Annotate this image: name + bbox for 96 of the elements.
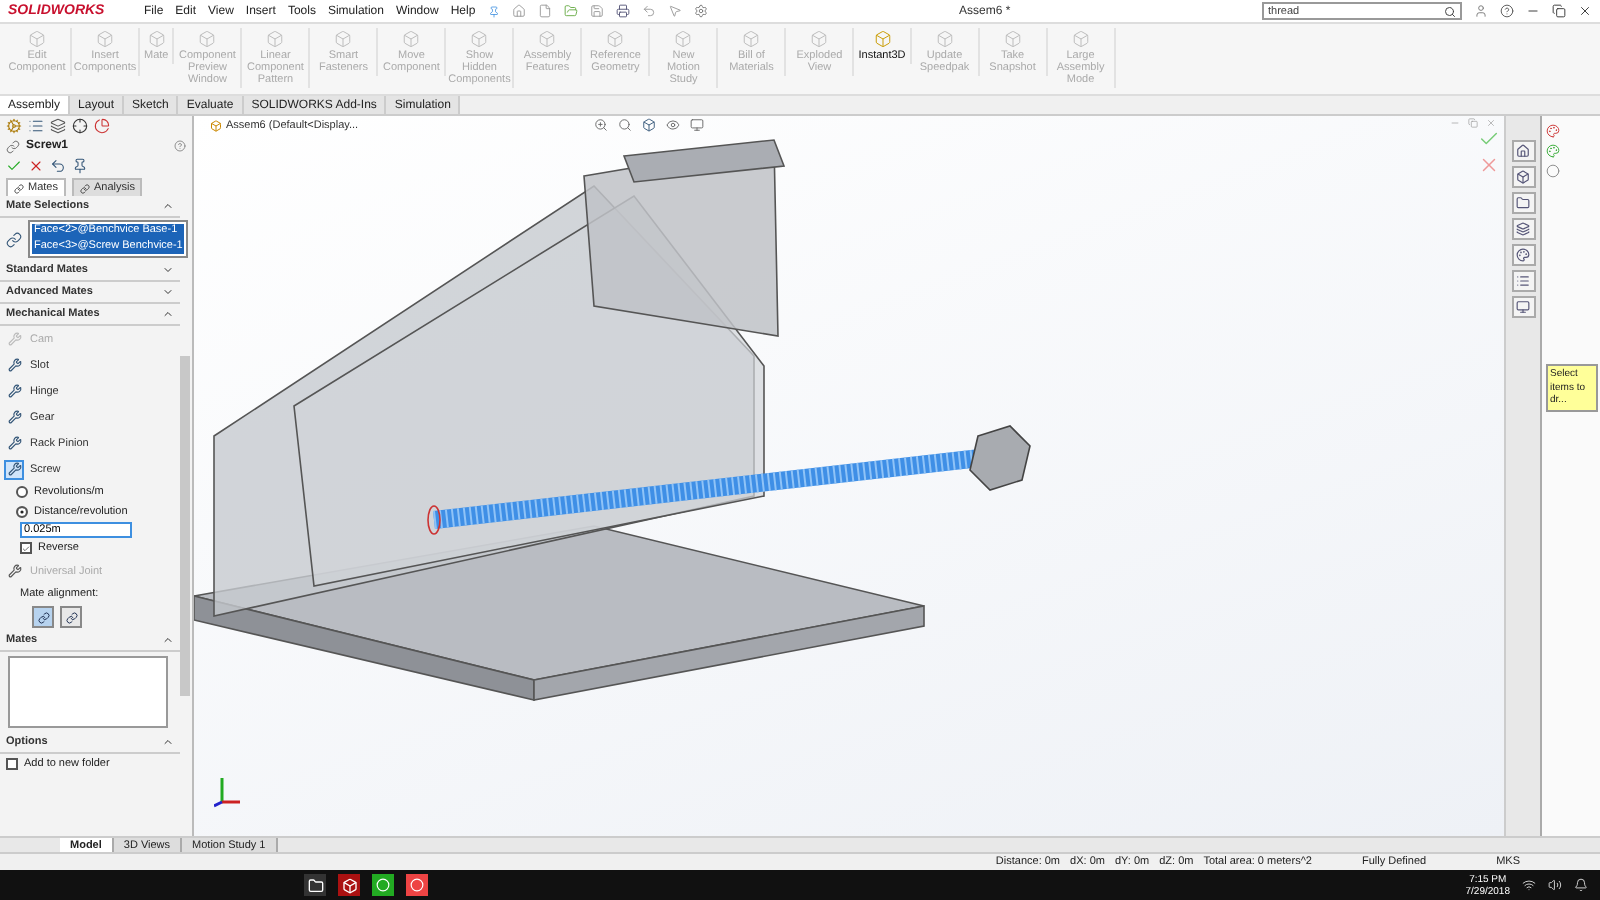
monitor-icon[interactable]	[690, 118, 704, 132]
close-icon[interactable]	[1578, 4, 1592, 18]
save-icon[interactable]	[589, 4, 604, 18]
cube-icon	[1516, 170, 1530, 184]
axis-triad-icon	[214, 772, 242, 808]
wrench-icon	[4, 459, 24, 480]
notification-icon[interactable]	[1574, 878, 1588, 892]
pin-icon[interactable]	[487, 5, 500, 17]
home-icon[interactable]	[511, 4, 526, 18]
list-icon	[1516, 274, 1530, 288]
cube-icon	[538, 30, 557, 48]
pointer-icon[interactable]	[667, 4, 682, 18]
new-file-icon[interactable]	[537, 4, 552, 18]
alignment-button[interactable]	[60, 606, 82, 629]
cube-icon	[674, 30, 693, 48]
cube-icon	[210, 120, 222, 132]
task-pane-tab[interactable]	[1511, 166, 1535, 188]
undo-icon[interactable]	[641, 4, 656, 18]
tree-icon[interactable]	[50, 118, 66, 134]
search-icon	[1444, 5, 1456, 17]
task-pane-tab[interactable]	[1511, 140, 1535, 162]
wrench-icon	[4, 407, 24, 428]
chevron-up-icon	[162, 634, 174, 647]
cancel-icon[interactable]	[28, 158, 44, 174]
folder-icon[interactable]	[563, 4, 578, 18]
wifi-icon[interactable]	[1522, 878, 1536, 892]
link-icon	[6, 139, 20, 153]
cube-icon	[266, 30, 285, 48]
palette-icon	[1516, 248, 1530, 262]
cube-icon	[402, 30, 421, 48]
folder-icon	[1516, 196, 1530, 210]
alignment-button[interactable]	[32, 606, 54, 629]
restore-icon[interactable]	[1552, 4, 1566, 18]
taskbar-app-icon[interactable]	[338, 874, 360, 896]
task-pane-tab[interactable]	[1511, 192, 1535, 214]
zoom-icon[interactable]	[594, 118, 608, 132]
ok-icon[interactable]	[6, 158, 22, 174]
circle-icon	[410, 878, 424, 892]
cube-icon	[341, 877, 357, 893]
radio-button[interactable]	[16, 506, 28, 519]
circle-icon	[376, 878, 390, 892]
undo-icon[interactable]	[50, 158, 66, 174]
task-pane-tab[interactable]	[1511, 218, 1535, 240]
minimize-icon[interactable]	[1526, 4, 1540, 18]
task-pane-tab[interactable]	[1511, 244, 1535, 266]
link-icon	[79, 183, 90, 193]
search-icon[interactable]	[618, 118, 632, 132]
cube-icon	[935, 30, 954, 48]
cube-icon	[742, 30, 761, 48]
taskbar-app-icon[interactable]	[304, 874, 326, 896]
cube-icon	[198, 30, 217, 48]
home-icon	[1516, 144, 1530, 158]
chevron-up-icon	[162, 736, 174, 749]
user-icon[interactable]	[1474, 4, 1488, 18]
cube-icon	[96, 30, 114, 48]
wrench-icon	[4, 561, 24, 582]
cube-icon	[470, 30, 489, 48]
crosshair-icon[interactable]	[72, 118, 88, 134]
gear-icon[interactable]	[6, 118, 22, 134]
link-icon	[37, 611, 49, 624]
radio-button[interactable]	[16, 486, 28, 499]
wrench-icon	[4, 355, 24, 376]
link-icon	[65, 611, 77, 624]
checkbox[interactable]	[6, 758, 18, 771]
help-icon[interactable]	[1500, 4, 1514, 18]
folder-icon	[307, 877, 323, 893]
cube-icon	[810, 30, 829, 48]
task-pane-tab[interactable]	[1511, 270, 1535, 292]
volume-icon[interactable]	[1548, 878, 1562, 892]
cube-icon[interactable]	[642, 118, 656, 132]
scrollbar[interactable]	[180, 356, 190, 696]
task-pane-tab[interactable]	[1511, 296, 1535, 318]
cube-icon	[1003, 30, 1022, 48]
eye-icon[interactable]	[666, 118, 680, 132]
list-icon[interactable]	[28, 118, 44, 134]
pin-icon[interactable]	[72, 158, 88, 174]
wrench-icon	[4, 381, 24, 402]
wrench-icon	[4, 433, 24, 454]
settings-icon[interactable]	[693, 4, 708, 18]
cube-icon	[147, 30, 166, 48]
cube-icon	[1071, 30, 1090, 48]
mates-list[interactable]	[8, 656, 168, 729]
cube-icon	[873, 30, 891, 48]
cube-icon	[334, 30, 353, 48]
link-icon	[14, 183, 24, 193]
cancel-icon[interactable]	[1478, 154, 1500, 176]
pie-chart-icon[interactable]	[94, 118, 110, 134]
selection-icon	[6, 231, 22, 248]
chevron-up-icon	[162, 200, 174, 212]
layers-icon	[1516, 222, 1530, 236]
checkbox[interactable]	[20, 542, 32, 555]
cube-icon	[28, 30, 46, 48]
cube-icon	[606, 30, 625, 48]
monitor-icon	[1516, 300, 1530, 314]
chevron-up-icon	[162, 308, 174, 321]
printer-icon[interactable]	[615, 4, 630, 18]
